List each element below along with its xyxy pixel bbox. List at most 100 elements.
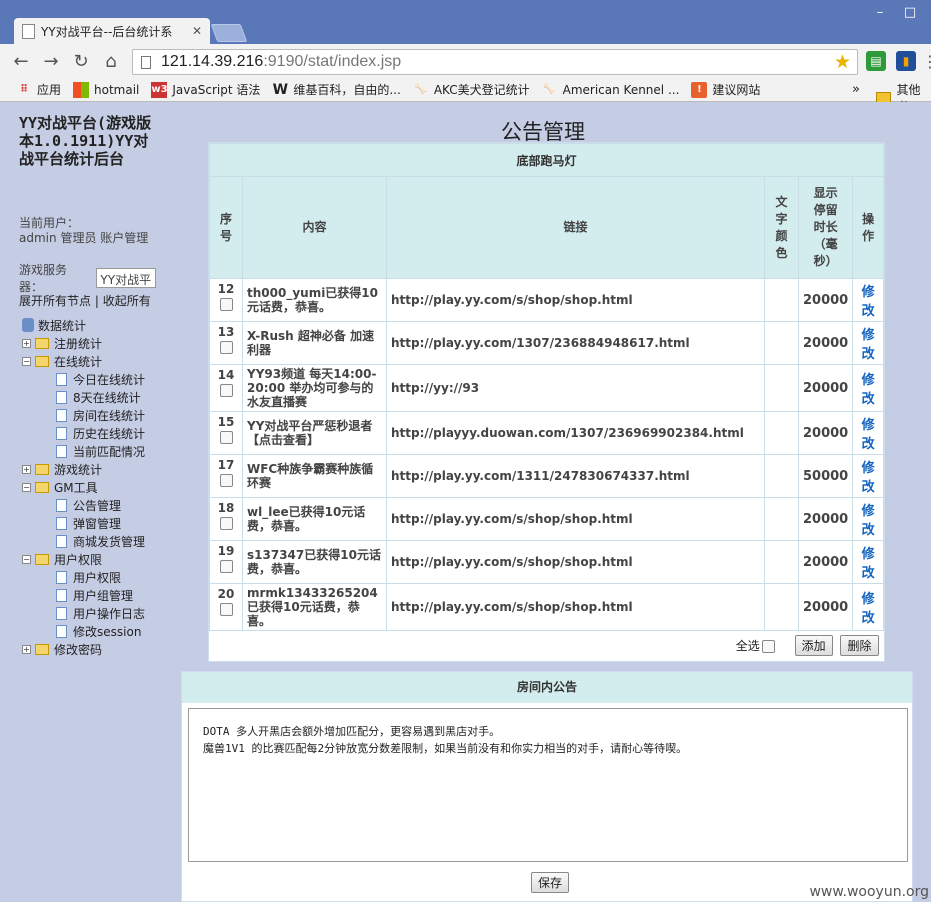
document-icon	[56, 426, 67, 440]
minus-icon[interactable]: −	[22, 554, 31, 564]
row-edit-link[interactable]: 修改	[852, 497, 884, 541]
row-checkbox[interactable]	[219, 474, 233, 487]
row-checkbox[interactable]	[219, 298, 233, 311]
room-announcement-textarea[interactable]: DOTA 多人开黑店会额外增加匹配分，更容易遇到黑店对手。 魔兽1V1 的比赛匹…	[188, 708, 908, 862]
tab-title: YY对战平台--后台统计系	[41, 24, 173, 39]
minus-icon[interactable]: −	[22, 356, 31, 366]
minus-icon[interactable]: −	[22, 482, 31, 492]
tree-root[interactable]: 数据统计	[22, 316, 145, 334]
tree-node-register[interactable]: + 注册统计	[22, 334, 145, 352]
extension-green-icon[interactable]: ▤	[866, 51, 886, 71]
plus-icon[interactable]: +	[22, 644, 31, 654]
tree-leaf-announcement[interactable]: 公告管理	[22, 496, 145, 514]
tree-leaf-today-online[interactable]: 今日在线统计	[22, 370, 145, 388]
bookmark-suggested[interactable]: ! 建议网站	[691, 81, 760, 98]
row-edit-link[interactable]: 修改	[852, 321, 884, 365]
row-content: th000_yumi已获得10元话费，恭喜。	[242, 278, 387, 322]
delete-button[interactable]: 删除	[840, 635, 879, 657]
bookmark-apps[interactable]: ⠿ 应用	[16, 81, 61, 98]
row-checkbox[interactable]	[219, 384, 233, 397]
tree-node-gm-tools[interactable]: − GM工具	[22, 478, 145, 496]
tree-leaf-label: 当前匹配情况	[73, 444, 146, 459]
document-icon	[56, 606, 67, 620]
marquee-panel: 底部跑马灯 序号 内容 链接 文字颜色 显示停留时长（毫秒） 操作 12 th00…	[208, 142, 885, 662]
row-edit-link[interactable]: 修改	[852, 411, 884, 455]
window-controls: – □	[867, 4, 923, 22]
bookmark-hotmail[interactable]: hotmail	[73, 81, 139, 98]
tab-close-icon[interactable]: ✕	[192, 24, 202, 38]
new-tab-button[interactable]	[210, 24, 248, 42]
row-id-cell: 14	[209, 364, 243, 412]
row-edit-link[interactable]: 修改	[852, 540, 884, 584]
table-row: 12 th000_yumi已获得10元话费，恭喜。 http://play.yy.c…	[209, 278, 884, 322]
tree-leaf-popup[interactable]: 弹窗管理	[22, 514, 145, 532]
tree-leaf-current-match[interactable]: 当前匹配情况	[22, 442, 145, 460]
home-icon[interactable]: ⌂	[96, 51, 126, 72]
tree-leaf-modify-session[interactable]: 修改session	[22, 622, 145, 640]
bookmark-javascript[interactable]: w3 JavaScript 语法	[151, 81, 260, 98]
watermark: www.wooyun.org	[809, 884, 929, 900]
reload-icon[interactable]: ↻	[66, 51, 96, 72]
select-all-checkbox[interactable]	[761, 640, 775, 654]
extension-chart-icon[interactable]: ▮	[896, 51, 916, 71]
tree-leaf-shop-delivery[interactable]: 商城发货管理	[22, 532, 145, 550]
col-header-duration-label: 显示停留时长（毫秒）	[813, 186, 838, 268]
expand-all-link[interactable]: 展开所有节点	[19, 294, 91, 308]
server-label: 游戏服务器：	[19, 263, 68, 294]
tree-node-user-permission[interactable]: − 用户权限	[22, 550, 145, 568]
tree-root-label: 数据统计	[38, 318, 87, 333]
browser-tab[interactable]: YY对战平台--后台统计系 ✕	[14, 18, 210, 44]
add-button[interactable]: 添加	[794, 635, 833, 657]
tree-leaf-history-online[interactable]: 历史在线统计	[22, 424, 145, 442]
bookmark-wikipedia[interactable]: W 维基百科，自由的...	[272, 81, 401, 98]
back-arrow-icon[interactable]: ←	[6, 51, 36, 72]
tree-leaf-operation-log[interactable]: 用户操作日志	[22, 604, 145, 622]
save-button[interactable]: 保存	[531, 872, 570, 893]
row-checkbox[interactable]	[219, 560, 233, 573]
row-id: 19	[217, 544, 235, 558]
row-duration: 20000	[797, 364, 854, 412]
row-duration: 20000	[797, 497, 854, 541]
row-checkbox[interactable]	[219, 431, 233, 444]
url-host: 121.14.39.216	[161, 53, 264, 70]
document-icon	[56, 408, 67, 422]
maximize-icon[interactable]: □	[897, 4, 923, 22]
tree-leaf-user-group[interactable]: 用户组管理	[22, 586, 145, 604]
browser-menu-icon[interactable]: ⋮	[922, 52, 931, 71]
plus-icon[interactable]: +	[22, 338, 31, 348]
bookmark-akc[interactable]: 🦴 AKC美犬登记统计	[413, 81, 530, 98]
row-edit-link[interactable]: 修改	[852, 364, 884, 412]
row-checkbox[interactable]	[219, 341, 233, 354]
tree-node-label: 在线统计	[54, 354, 103, 369]
minimize-icon[interactable]: –	[867, 4, 893, 22]
tree-leaf-8day-online[interactable]: 8天在线统计	[22, 388, 145, 406]
table-header-row: 序号 内容 链接 文字颜色 显示停留时长（毫秒） 操作	[209, 176, 884, 279]
plus-icon[interactable]: +	[22, 464, 31, 474]
bookmark-star-icon[interactable]: ★	[834, 51, 851, 73]
tree-node-label: 用户权限	[54, 552, 103, 567]
room-announcement-caption: 房间内公告	[182, 672, 912, 703]
row-checkbox[interactable]	[219, 517, 233, 530]
tree-node-game-stats[interactable]: + 游戏统计	[22, 460, 145, 478]
row-checkbox[interactable]	[219, 603, 233, 616]
row-edit-link[interactable]: 修改	[852, 454, 884, 498]
collapse-all-link[interactable]: 收起所有	[103, 294, 151, 308]
tree-leaf-user-permission[interactable]: 用户权限	[22, 568, 145, 586]
folder-open-icon	[35, 355, 49, 367]
browser-tabbar: YY对战平台--后台统计系 ✕ – □	[0, 0, 931, 44]
server-select[interactable]: YY对战平	[96, 268, 156, 288]
bookmarks-more-chevron[interactable]: »	[852, 82, 860, 97]
account-management-link[interactable]: 账户管理	[100, 231, 148, 245]
tree-leaf-room-online[interactable]: 房间在线统计	[22, 406, 145, 424]
row-id: 17	[217, 458, 235, 472]
row-color	[764, 411, 799, 455]
bookmark-american-kennel[interactable]: 🦴 American Kennel ...	[542, 82, 679, 98]
bookmark-label: JavaScript 语法	[172, 83, 261, 97]
row-edit-link[interactable]: 修改	[852, 583, 884, 631]
row-edit-link[interactable]: 修改	[852, 278, 884, 322]
tree-node-online[interactable]: − 在线统计	[22, 352, 145, 370]
bookmark-label: 应用	[37, 83, 62, 97]
forward-arrow-icon[interactable]: →	[36, 51, 66, 72]
tree-node-change-password[interactable]: + 修改密码	[22, 640, 145, 658]
address-bar[interactable]: 121.14.39.216 :9190/stat/index.jsp ★	[132, 49, 858, 75]
